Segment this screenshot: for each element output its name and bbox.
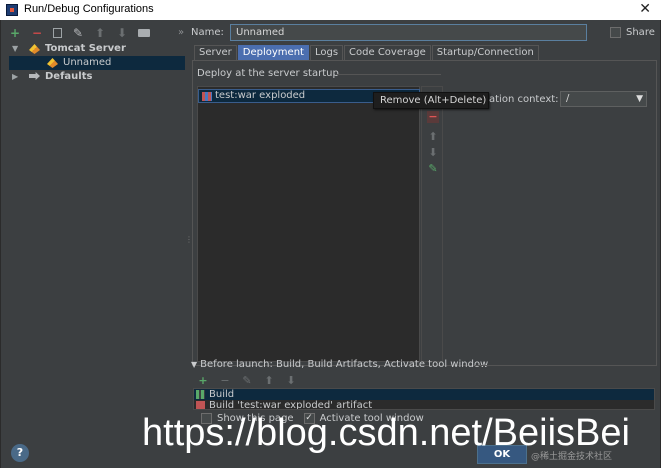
tree-item-defaults[interactable]: ▶ Defaults: [9, 70, 185, 84]
arrow-up-icon[interactable]: ⬆: [427, 131, 439, 143]
before-launch-toolbar: + − ✎ ⬆ ⬇: [197, 375, 297, 387]
application-context-label: ation context:: [489, 94, 559, 105]
close-icon[interactable]: ✕: [639, 1, 651, 17]
before-launch-header[interactable]: ▼ Before launch: Build, Build Artifacts,…: [191, 359, 488, 370]
list-item-label: Build 'test:war exploded' artifact: [209, 400, 373, 410]
remove-icon[interactable]: −: [427, 111, 439, 123]
tree-item-tomcat-server[interactable]: ▼ Tomcat Server: [9, 42, 185, 56]
defaults-wrench-icon: [29, 72, 40, 80]
artifact-side-toolbar: − ⬆ ⬇ ✎: [421, 86, 443, 362]
copy-icon[interactable]: [53, 28, 62, 38]
title-bar: Run/Debug Configurations ✕: [0, 0, 661, 20]
list-item-label: Build: [209, 389, 235, 400]
artifact-list[interactable]: test:war exploded: [197, 86, 420, 362]
tomcat-icon: [47, 58, 58, 68]
folder-icon[interactable]: [138, 29, 150, 37]
arrow-down-icon[interactable]: ⬇: [285, 375, 297, 387]
plus-icon[interactable]: +: [197, 375, 209, 387]
minus-icon[interactable]: −: [219, 375, 231, 387]
plus-icon[interactable]: +: [9, 27, 21, 39]
war-artifact-icon: [202, 92, 212, 101]
tab-bar: Server Deployment Logs Code Coverage Sta…: [194, 45, 540, 60]
config-tree: ▼ Tomcat Server Unnamed ▶ Defaults: [9, 42, 185, 84]
list-item[interactable]: Build 'test:war exploded' artifact: [194, 400, 654, 410]
tab-deployment[interactable]: Deployment: [237, 45, 309, 60]
tab-logs[interactable]: Logs: [309, 45, 344, 60]
tab-server[interactable]: Server: [194, 45, 237, 60]
deploy-section-title: Deploy at the server startup: [197, 68, 339, 79]
splitter-handle[interactable]: ⋮: [185, 235, 193, 245]
tomcat-icon: [29, 44, 40, 54]
left-toolbar: + − ✎ ⬆ ⬇ »: [9, 26, 184, 40]
artifact-label: test:war exploded: [215, 90, 306, 101]
name-input[interactable]: Unnamed: [230, 24, 587, 41]
share-checkbox-box[interactable]: [610, 27, 621, 38]
wrench-icon[interactable]: ✎: [72, 27, 84, 39]
tab-startup-connection[interactable]: Startup/Connection: [431, 45, 539, 60]
tab-code-coverage[interactable]: Code Coverage: [344, 45, 431, 60]
url-watermark: https://blog.csdn.net/BeiisBei: [142, 412, 630, 454]
edit-pencil-icon[interactable]: ✎: [427, 163, 439, 175]
divider: [475, 365, 653, 366]
list-item[interactable]: Build: [194, 389, 654, 400]
arrow-up-icon[interactable]: ⬆: [263, 375, 275, 387]
tree-item-label: Defaults: [45, 71, 93, 82]
help-icon[interactable]: ?: [11, 444, 29, 462]
before-launch-list[interactable]: Build Build 'test:war exploded' artifact: [193, 388, 655, 410]
arrow-down-icon[interactable]: ⬇: [116, 27, 128, 39]
context-value: /: [566, 93, 570, 104]
arrow-down-icon[interactable]: ⬇: [427, 147, 439, 159]
share-checkbox[interactable]: Share: [610, 27, 655, 38]
name-label: Name:: [191, 27, 224, 38]
build-icon: [196, 390, 205, 399]
arrow-up-icon[interactable]: ⬆: [94, 27, 106, 39]
dialog-body: + − ✎ ⬆ ⬇ » ▼ Tomcat Server Unnamed ▶ De…: [0, 20, 661, 468]
divider: [337, 74, 441, 75]
chevron-down-icon[interactable]: ▼: [12, 42, 18, 56]
intellij-app-icon: [6, 4, 18, 16]
chevron-down-icon[interactable]: ▼: [636, 92, 643, 106]
minus-icon[interactable]: −: [31, 27, 43, 39]
tree-item-label: Tomcat Server: [45, 43, 126, 54]
chevron-right-icon[interactable]: ▶: [12, 70, 18, 84]
artifact-icon: [196, 401, 205, 409]
tree-item-unnamed[interactable]: Unnamed: [9, 56, 185, 70]
window-title: Run/Debug Configurations: [24, 3, 154, 15]
tree-item-label: Unnamed: [63, 57, 112, 68]
before-launch-title: Before launch: Build, Build Artifacts, A…: [200, 359, 489, 370]
remove-tooltip: Remove (Alt+Delete): [373, 92, 489, 109]
chevron-down-icon[interactable]: ▼: [191, 360, 197, 369]
edit-pencil-icon[interactable]: ✎: [241, 375, 253, 387]
application-context-select[interactable]: / ▼: [560, 91, 647, 107]
share-label: Share: [626, 27, 655, 38]
more-icon[interactable]: »: [175, 27, 187, 39]
